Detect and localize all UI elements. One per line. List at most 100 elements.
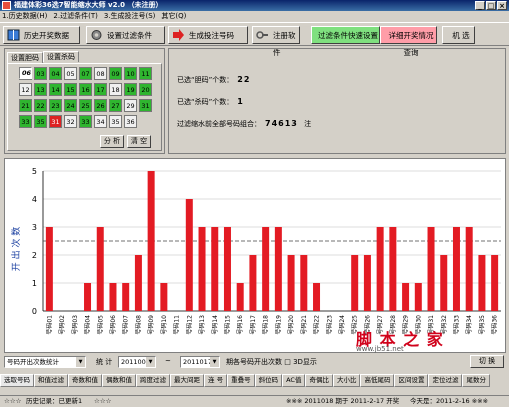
generate-bets-button[interactable]: 生成投注号码 (168, 26, 248, 44)
filter-tab-8[interactable]: 斜位码 (254, 374, 283, 387)
number-cell-19[interactable]: 19 (124, 83, 137, 96)
menu-generate[interactable]: 3.生成投注号(S) (104, 11, 156, 22)
number-cell-16[interactable]: 16 (79, 83, 92, 96)
filter-tab-9[interactable]: AC值 (282, 374, 306, 387)
close-button[interactable]: × (497, 1, 507, 10)
number-cell-06[interactable]: 06 (19, 67, 32, 79)
number-cell-05[interactable]: 05 (64, 67, 77, 80)
number-cell-10[interactable]: 10 (124, 67, 137, 80)
number-cell-13[interactable]: 13 (34, 83, 47, 96)
chart-controls: 号码开出次数统计 ▼ 统 计 2011008 ▼ ~ 2011017 ▼ 期各号… (0, 355, 509, 369)
bar-号码06 (109, 283, 117, 311)
y-tick-label: 2 (32, 251, 37, 260)
number-cell-24[interactable]: 24 (64, 99, 77, 112)
switch-button[interactable]: 切 换 (470, 355, 504, 368)
filter-tab-11[interactable]: 大小比 (332, 374, 361, 387)
number-cell-32[interactable]: 32 (64, 115, 77, 128)
stat-type-select[interactable]: 号码开出次数统计 ▼ (4, 356, 86, 368)
menu-history[interactable]: 1.历史数据(H) (2, 11, 47, 22)
random-pick-button[interactable]: 机 选 (442, 26, 475, 44)
number-cell-23[interactable]: 23 (49, 99, 62, 112)
number-cell-33[interactable]: 33 (19, 115, 32, 128)
filter-tab-6[interactable]: 连 号 (204, 374, 228, 387)
filter-tab-14[interactable]: 定位过滤 (428, 374, 463, 387)
filter-tab-3[interactable]: 偶数和值 (102, 374, 136, 387)
x-tick-label: 号码20 (287, 315, 295, 335)
number-cell-36[interactable]: 36 (124, 115, 137, 128)
bar-号码27 (376, 227, 384, 311)
filter-tab-10[interactable]: 奇偶比 (305, 374, 333, 387)
filter-tab-0[interactable]: 选取号码 (0, 374, 34, 387)
number-cell-33[interactable]: 33 (79, 115, 92, 128)
number-cell-21[interactable]: 21 (19, 99, 32, 112)
quick-filter-button[interactable]: 过滤条件快速设置 (311, 26, 380, 44)
number-cell-22[interactable]: 22 (34, 99, 47, 112)
bar-号码21 (300, 255, 308, 311)
clear-button[interactable]: 清 空 (127, 135, 151, 148)
history-data-label: 历史开奖数据 (24, 31, 69, 40)
to-issue-select[interactable]: 2011017 ▼ (180, 356, 220, 368)
tab-dan-code[interactable]: 设置胆码 (7, 52, 43, 63)
dan-count-value: 22 (237, 75, 251, 84)
number-cell-25[interactable]: 25 (79, 99, 92, 112)
number-cell-29[interactable]: 29 (124, 99, 137, 112)
number-selection-panel: 设置胆码 设置杀码 010203040506070809101112131415… (4, 48, 165, 154)
bar-号码34 (465, 227, 473, 311)
number-cell-14[interactable]: 14 (49, 83, 62, 96)
from-issue-select[interactable]: 2011008 ▼ (118, 356, 156, 368)
x-tick-label: 号码14 (211, 315, 219, 335)
number-cell-31[interactable]: 31 (139, 99, 152, 112)
x-tick-label: 号码36 (491, 315, 499, 335)
random-pick-label: 机 选 (452, 31, 470, 40)
x-tick-label: 号码23 (325, 315, 333, 335)
y-tick-label: 3 (32, 223, 37, 232)
history-data-button[interactable]: 历史开奖数据 (3, 26, 80, 44)
number-cell-18[interactable]: 18 (109, 83, 122, 96)
detail-query-button[interactable]: 详细开奖情况查询 (380, 26, 437, 57)
filter-tab-12[interactable]: 高低尾码 (360, 374, 395, 387)
register-button[interactable]: 注册软件 (252, 26, 300, 57)
number-cell-26[interactable]: 26 (94, 99, 107, 112)
arrow-right-icon (173, 29, 184, 41)
x-tick-label: 号码13 (198, 315, 206, 335)
number-cell-04[interactable]: 04 (49, 67, 62, 80)
number-cell-09[interactable]: 09 (109, 67, 122, 80)
number-cell-34[interactable]: 34 (94, 115, 107, 128)
number-cell-35[interactable]: 35 (34, 115, 47, 128)
filter-tab-13[interactable]: 区间设置 (394, 374, 429, 387)
x-tick-label: 号码15 (223, 315, 231, 335)
number-cell-15[interactable]: 15 (64, 83, 77, 96)
filter-tab-4[interactable]: 跨度过滤 (136, 374, 170, 387)
filter-tab-2[interactable]: 奇数和值 (68, 374, 102, 387)
menu-filter[interactable]: 2.过滤条件(T) (53, 11, 97, 22)
tab-kill-code[interactable]: 设置杀码 (43, 51, 79, 62)
filter-tab-15[interactable]: 尾数分 (462, 374, 490, 387)
filter-tab-7[interactable]: 重叠号 (227, 374, 255, 387)
minimize-button[interactable]: _ (475, 1, 485, 10)
filter-settings-button[interactable]: 设置过滤条件 (86, 26, 165, 44)
x-tick-label: 号码12 (185, 315, 193, 335)
filter-tab-1[interactable]: 和值过滤 (34, 374, 68, 387)
number-cell-11[interactable]: 11 (139, 67, 152, 80)
number-cell-27[interactable]: 27 (109, 99, 122, 112)
number-cell-08[interactable]: 08 (94, 67, 107, 80)
number-cell-20[interactable]: 20 (139, 83, 152, 96)
bar-号码13 (198, 227, 206, 311)
number-cell-12[interactable]: 12 (19, 83, 32, 96)
y-tick-label: 5 (32, 167, 37, 176)
filter-tab-5[interactable]: 最大间距 (170, 374, 204, 387)
maximize-button[interactable]: □ (486, 1, 496, 10)
analyze-button[interactable]: 分 析 (100, 135, 124, 148)
stat-type-value: 号码开出次数统计 (7, 358, 59, 366)
menu-other[interactable]: 其它(Q) (161, 11, 186, 22)
number-cell-03[interactable]: 03 (34, 67, 47, 80)
number-cell-35[interactable]: 35 (109, 115, 122, 128)
number-cell-07[interactable]: 07 (79, 67, 92, 80)
to-issue-value: 2011017 (183, 358, 212, 366)
bar-号码22 (313, 283, 321, 311)
bar-号码28 (389, 227, 397, 311)
title-bar: 福建体彩36选7智能缩水大师 v2.0 （未注册） _ □ × (0, 0, 509, 11)
bar-号码33 (452, 227, 460, 311)
number-cell-31[interactable]: 31 (49, 115, 62, 128)
number-cell-17[interactable]: 17 (94, 83, 107, 96)
